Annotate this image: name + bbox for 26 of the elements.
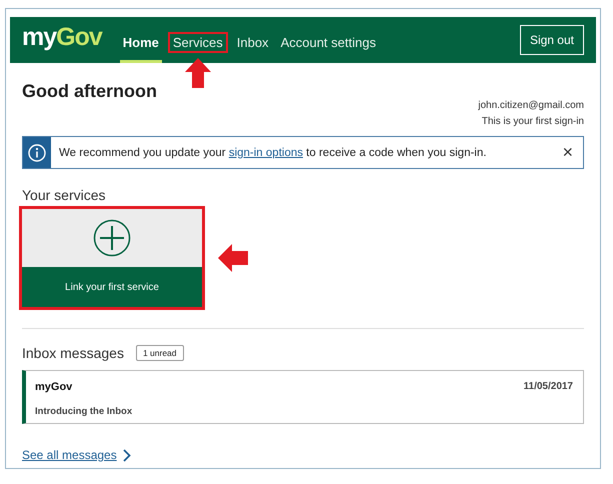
arrow-icon xyxy=(218,244,248,272)
close-button[interactable]: × xyxy=(552,142,583,163)
nav-tab[interactable]: Inbox xyxy=(234,25,272,63)
plus-icon xyxy=(93,219,131,257)
account-email: john.citizen@gmail.com xyxy=(478,100,584,111)
mygov-logo[interactable]: myGov xyxy=(22,22,102,52)
greeting-heading: Good afternoon xyxy=(22,81,158,102)
nav-tab[interactable]: Account settings xyxy=(278,25,379,63)
message-date: 11/05/2017 xyxy=(524,381,573,394)
arrow-icon xyxy=(184,58,211,88)
sign-in-note: This is your first sign-in xyxy=(482,116,584,127)
message-card[interactable]: myGov 11/05/2017 Introducing the Inbox xyxy=(22,370,584,424)
sign-out-button[interactable]: Sign out xyxy=(520,25,584,55)
info-icon xyxy=(23,137,51,168)
inbox-heading: Inbox messages xyxy=(22,345,124,361)
chevron-right-icon xyxy=(122,448,131,462)
sign-in-options-link[interactable]: sign-in options xyxy=(228,146,303,158)
nav-tab[interactable]: Services xyxy=(168,32,228,53)
alert-message: We recommend you update your sign-in options to receive a code when you sign-in. xyxy=(58,146,488,158)
nav-tab[interactable]: Home xyxy=(120,25,162,63)
message-sender: myGov xyxy=(35,381,74,395)
services-heading: Your services xyxy=(22,187,107,203)
link-service-card[interactable]: Link your first service xyxy=(22,209,202,307)
message-subject: Introducing the Inbox xyxy=(35,406,134,419)
unread-badge: 1 unread xyxy=(136,345,184,361)
see-all-messages-link[interactable]: See all messages xyxy=(22,448,117,462)
